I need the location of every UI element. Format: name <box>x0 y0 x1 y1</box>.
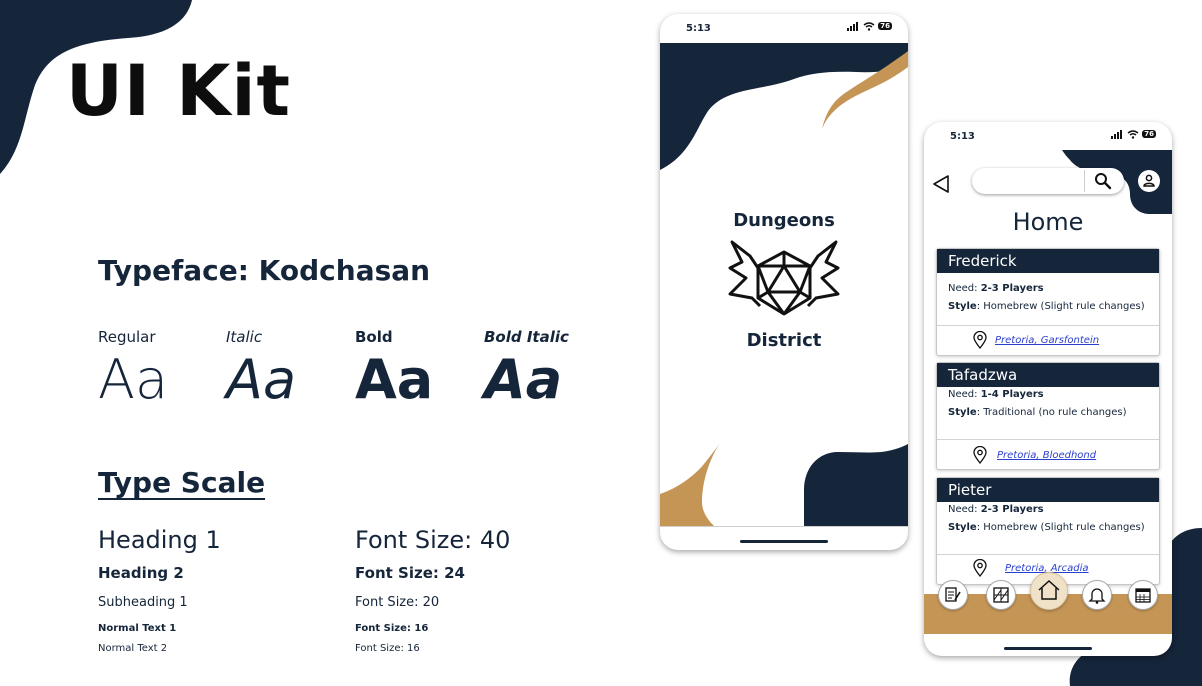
home-indicator <box>740 540 828 543</box>
card-host-name: Pieter <box>937 478 1159 502</box>
home-icon <box>1038 579 1060 600</box>
style-label-bold-italic: Bold Italic <box>484 328 569 346</box>
game-card[interactable]: Pieter Need: 2-3 Players Style: Homebrew… <box>936 477 1160 585</box>
nav-calendar-button[interactable] <box>1128 580 1158 610</box>
style-label-italic: Italic <box>226 328 263 346</box>
profile-button[interactable] <box>1138 170 1160 192</box>
user-icon <box>1143 174 1155 187</box>
status-icons: 76 <box>1111 129 1156 140</box>
card-need: Need: 2-3 Players <box>948 283 1044 294</box>
style-label-bold: Bold <box>355 328 393 346</box>
style-label-regular: Regular <box>98 328 156 346</box>
card-location-link[interactable]: Pretoria, Garsfontein <box>995 335 1099 346</box>
search-icon[interactable] <box>1094 172 1112 190</box>
search-divider <box>1084 170 1085 192</box>
scale-name-normal-text-2: Normal Text 2 <box>98 643 168 654</box>
back-icon[interactable] <box>932 174 952 194</box>
nav-map-button[interactable] <box>986 580 1016 610</box>
style-sample-italic: Aa <box>226 348 297 411</box>
logo-text-top: Dungeons <box>733 210 835 231</box>
scale-name-normal-text-1: Normal Text 1 <box>98 623 177 634</box>
card-host-name: Tafadzwa <box>937 363 1159 387</box>
search-input[interactable] <box>980 172 1084 192</box>
status-icons: 76 <box>847 21 892 32</box>
status-time: 5:13 <box>950 131 975 142</box>
typeface-heading: Typeface: Kodchasan <box>98 254 431 287</box>
scale-size-subheading-1: Font Size: 20 <box>355 595 440 610</box>
game-card[interactable]: Frederick Need: 2-3 Players Style: Homeb… <box>936 248 1160 356</box>
status-bar: 5:13 76 <box>660 14 908 42</box>
signal-icon <box>847 21 859 31</box>
scale-size-normal-text-1: Font Size: 16 <box>355 623 429 634</box>
signal-icon <box>1111 129 1123 139</box>
d20-dice-logo-icon <box>728 240 840 316</box>
style-sample-bold: Aa <box>355 348 434 411</box>
card-divider <box>937 325 1159 326</box>
search-bar[interactable] <box>972 168 1124 194</box>
scale-size-heading-2: Font Size: 24 <box>355 564 465 582</box>
wifi-icon <box>1127 129 1139 139</box>
home-phone: 5:13 76 Home Frederick Need: 2-3 Players… <box>924 122 1172 656</box>
notes-icon <box>945 587 961 602</box>
divider <box>660 526 908 527</box>
status-time: 5:13 <box>686 23 711 34</box>
ui-kit-title: UI Kit <box>66 50 291 132</box>
card-need: Need: 1-4 Players <box>948 389 1044 400</box>
type-scale-heading: Type Scale <box>98 466 266 499</box>
location-pin-icon <box>973 559 987 577</box>
splash-bottom-shapes <box>660 440 908 526</box>
splash-phone: 5:13 76 Dungeons District <box>660 14 908 550</box>
scale-size-heading-1: Font Size: 40 <box>355 526 511 554</box>
style-sample-regular: Aa <box>98 348 169 411</box>
scale-size-normal-text-2: Font Size: 16 <box>355 643 420 654</box>
logo-text-bottom: District <box>746 330 822 351</box>
card-style: Style: Homebrew (Slight rule changes) <box>948 522 1145 533</box>
scale-name-heading-2: Heading 2 <box>98 564 184 582</box>
card-divider <box>937 439 1159 440</box>
card-host-name: Frederick <box>937 249 1159 273</box>
scale-name-heading-1: Heading 1 <box>98 526 221 554</box>
nav-notes-button[interactable] <box>938 580 968 610</box>
splash-top-shapes <box>660 43 908 170</box>
map-icon <box>993 587 1009 603</box>
nav-notifications-button[interactable] <box>1082 580 1112 610</box>
bell-icon <box>1088 588 1106 604</box>
battery-icon: 76 <box>1142 130 1156 138</box>
location-pin-icon <box>973 331 987 349</box>
card-divider <box>937 554 1159 555</box>
home-indicator <box>1004 647 1092 650</box>
card-location-link[interactable]: Pretoria, Bloedhond <box>997 450 1096 461</box>
nav-home-button[interactable] <box>1030 572 1068 610</box>
card-need: Need: 2-3 Players <box>948 504 1044 515</box>
location-pin-icon <box>973 446 987 464</box>
status-bar: 5:13 76 <box>924 122 1172 150</box>
game-card[interactable]: Tafadzwa Need: 1-4 Players Style: Tradit… <box>936 362 1160 470</box>
card-style: Style: Traditional (no rule changes) <box>948 407 1127 418</box>
battery-icon: 76 <box>878 22 892 30</box>
wifi-icon <box>863 21 875 31</box>
calendar-icon <box>1135 588 1151 603</box>
card-style: Style: Homebrew (Slight rule changes) <box>948 301 1145 312</box>
style-sample-bold-italic: Aa <box>484 348 563 411</box>
battery-level: 76 <box>1144 130 1154 138</box>
scale-name-subheading-1: Subheading 1 <box>98 595 188 610</box>
battery-level: 76 <box>880 22 890 30</box>
page-title: Home <box>1012 208 1084 236</box>
